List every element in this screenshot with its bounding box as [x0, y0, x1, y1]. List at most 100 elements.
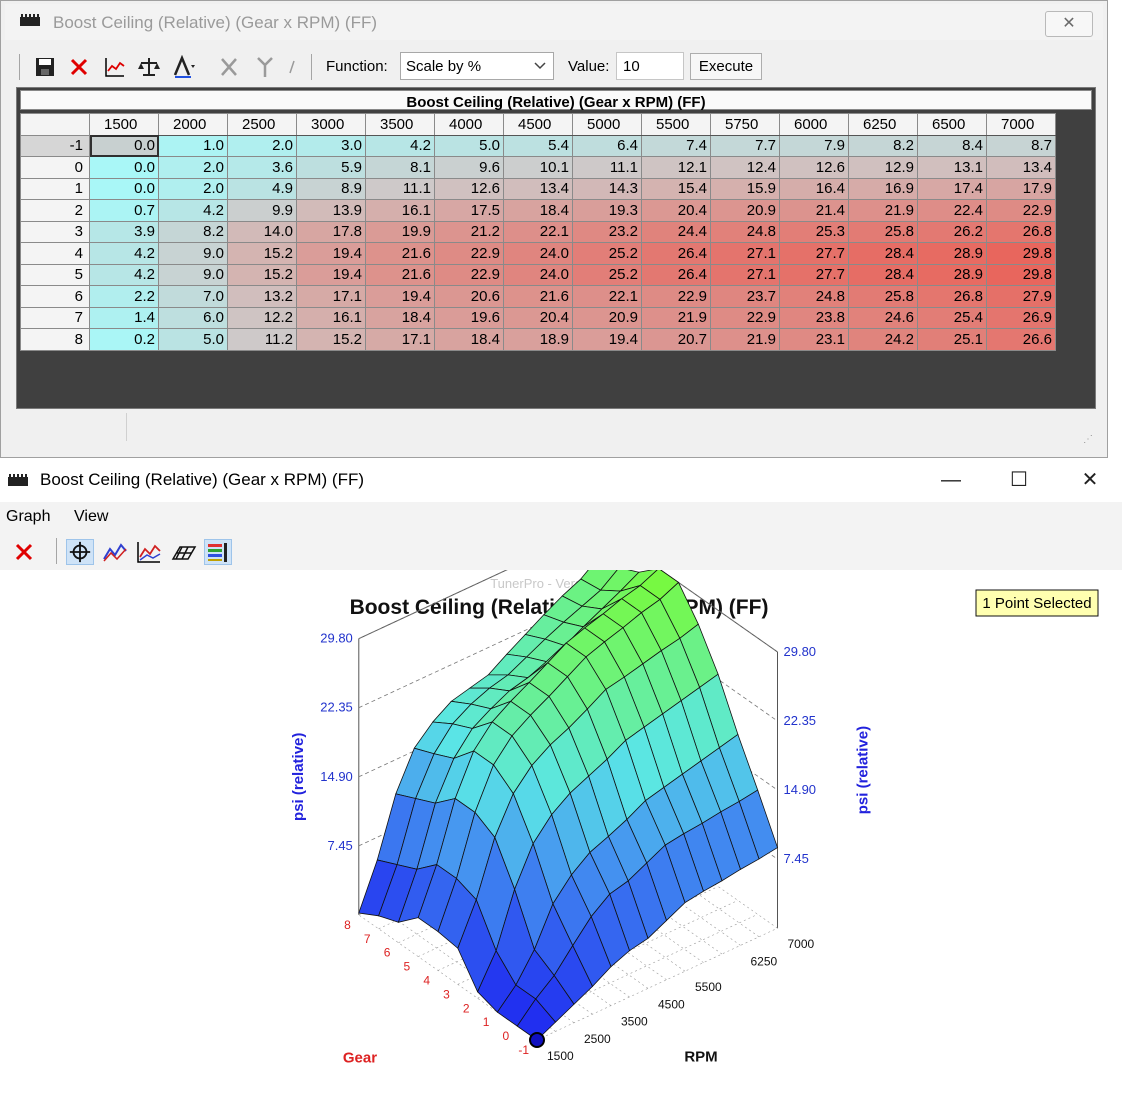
- table-cell[interactable]: 11.2: [227, 328, 297, 351]
- table-cell[interactable]: 7.4: [641, 134, 711, 157]
- menu-view[interactable]: View: [74, 508, 108, 526]
- table-cell[interactable]: 25.2: [572, 242, 642, 265]
- table-cell[interactable]: 29.8: [986, 263, 1056, 286]
- table-cell[interactable]: 4.2: [89, 242, 159, 265]
- table-cell[interactable]: 0.2: [89, 328, 159, 351]
- table-cell[interactable]: 0.0: [89, 134, 159, 157]
- close-button[interactable]: ✕: [1045, 11, 1093, 37]
- table-cell[interactable]: 21.6: [503, 285, 573, 308]
- column-header[interactable]: 5500: [641, 113, 711, 136]
- table-cell[interactable]: 6.4: [572, 134, 642, 157]
- table-cell[interactable]: 27.7: [779, 242, 849, 265]
- table-cell[interactable]: 17.1: [365, 328, 435, 351]
- table-cell[interactable]: 16.1: [296, 306, 366, 329]
- table-cell[interactable]: 19.4: [572, 328, 642, 351]
- scale-icon[interactable]: [137, 55, 161, 79]
- table-cell[interactable]: 13.4: [503, 177, 573, 200]
- table-cell[interactable]: 12.6: [434, 177, 504, 200]
- table-cell[interactable]: 26.8: [986, 220, 1056, 243]
- table-cell[interactable]: 24.8: [779, 285, 849, 308]
- table-cell[interactable]: 15.2: [227, 263, 297, 286]
- table-cell[interactable]: 13.2: [227, 285, 297, 308]
- table-cell[interactable]: 0.0: [89, 177, 159, 200]
- delete-icon[interactable]: [10, 539, 38, 565]
- table-cell[interactable]: 2.0: [158, 156, 228, 179]
- table-cell[interactable]: 9.6: [434, 156, 504, 179]
- close-button[interactable]: ✕: [1070, 466, 1110, 494]
- table-cell[interactable]: 0.0: [89, 156, 159, 179]
- table-cell[interactable]: 2.0: [227, 134, 297, 157]
- table-cell[interactable]: 7.7: [710, 134, 780, 157]
- legend-icon[interactable]: [204, 539, 232, 565]
- table-cell[interactable]: 13.9: [296, 199, 366, 222]
- column-header[interactable]: 4000: [434, 113, 504, 136]
- table-cell[interactable]: 16.9: [848, 177, 918, 200]
- table-cell[interactable]: 8.4: [917, 134, 987, 157]
- table-cell[interactable]: 25.3: [779, 220, 849, 243]
- table-cell[interactable]: 27.7: [779, 263, 849, 286]
- value-input[interactable]: 10: [616, 52, 684, 80]
- column-header[interactable]: 6000: [779, 113, 849, 136]
- table-cell[interactable]: 8.1: [365, 156, 435, 179]
- table-cell[interactable]: 24.2: [848, 328, 918, 351]
- table-cell[interactable]: 24.0: [503, 242, 573, 265]
- row-header[interactable]: 3: [20, 220, 90, 243]
- table-cell[interactable]: 26.8: [917, 285, 987, 308]
- column-header[interactable]: 3500: [365, 113, 435, 136]
- table-cell[interactable]: 22.9: [434, 242, 504, 265]
- table-cell[interactable]: 12.6: [779, 156, 849, 179]
- table-cell[interactable]: 15.2: [227, 242, 297, 265]
- table-cell[interactable]: 24.4: [641, 220, 711, 243]
- table-cell[interactable]: 19.3: [572, 199, 642, 222]
- row-header[interactable]: 5: [20, 263, 90, 286]
- table-cell[interactable]: 7.9: [779, 134, 849, 157]
- table-cell[interactable]: 3.6: [227, 156, 297, 179]
- table-cell[interactable]: 22.9: [434, 263, 504, 286]
- table-cell[interactable]: 17.1: [296, 285, 366, 308]
- column-header[interactable]: 2000: [158, 113, 228, 136]
- table-cell[interactable]: 18.4: [503, 199, 573, 222]
- table-cell[interactable]: 11.1: [572, 156, 642, 179]
- table-cell[interactable]: 12.4: [710, 156, 780, 179]
- table-cell[interactable]: 23.7: [710, 285, 780, 308]
- table-cell[interactable]: 16.1: [365, 199, 435, 222]
- table-cell[interactable]: 21.4: [779, 199, 849, 222]
- table-cell[interactable]: 0.7: [89, 199, 159, 222]
- delete-icon[interactable]: [67, 55, 91, 79]
- row-header[interactable]: 2: [20, 199, 90, 222]
- table-cell[interactable]: 21.2: [434, 220, 504, 243]
- column-header[interactable]: 3000: [296, 113, 366, 136]
- table-cell[interactable]: 25.8: [848, 220, 918, 243]
- table-cell[interactable]: 4.9: [227, 177, 297, 200]
- table-cell[interactable]: 23.1: [779, 328, 849, 351]
- table-cell[interactable]: 19.4: [296, 242, 366, 265]
- table-cell[interactable]: 25.8: [848, 285, 918, 308]
- table-cell[interactable]: 21.6: [365, 263, 435, 286]
- table-cell[interactable]: 29.8: [986, 242, 1056, 265]
- table-cell[interactable]: 23.8: [779, 306, 849, 329]
- table-cell[interactable]: 20.4: [641, 199, 711, 222]
- table-cell[interactable]: 18.4: [365, 306, 435, 329]
- table-cell[interactable]: 8.2: [848, 134, 918, 157]
- table-cell[interactable]: 14.0: [227, 220, 297, 243]
- table-cell[interactable]: 3.9: [89, 220, 159, 243]
- table-cell[interactable]: 12.2: [227, 306, 297, 329]
- column-header[interactable]: 6250: [848, 113, 918, 136]
- table-cell[interactable]: 19.4: [365, 285, 435, 308]
- table-cell[interactable]: 3.0: [296, 134, 366, 157]
- table-cell[interactable]: 9.0: [158, 263, 228, 286]
- menu-graph[interactable]: Graph: [6, 508, 50, 526]
- table-cell[interactable]: 28.9: [917, 263, 987, 286]
- table-cell[interactable]: 19.6: [434, 306, 504, 329]
- table-cell[interactable]: 15.2: [296, 328, 366, 351]
- table-cell[interactable]: 24.0: [503, 263, 573, 286]
- table-cell[interactable]: 4.2: [89, 263, 159, 286]
- table-cell[interactable]: 19.4: [296, 263, 366, 286]
- table-cell[interactable]: 22.4: [917, 199, 987, 222]
- column-header[interactable]: 2500: [227, 113, 297, 136]
- row-header[interactable]: 7: [20, 306, 90, 329]
- table-cell[interactable]: 14.3: [572, 177, 642, 200]
- table-cell[interactable]: 22.9: [710, 306, 780, 329]
- row-header[interactable]: -1: [20, 134, 90, 157]
- table-cell[interactable]: 2.2: [89, 285, 159, 308]
